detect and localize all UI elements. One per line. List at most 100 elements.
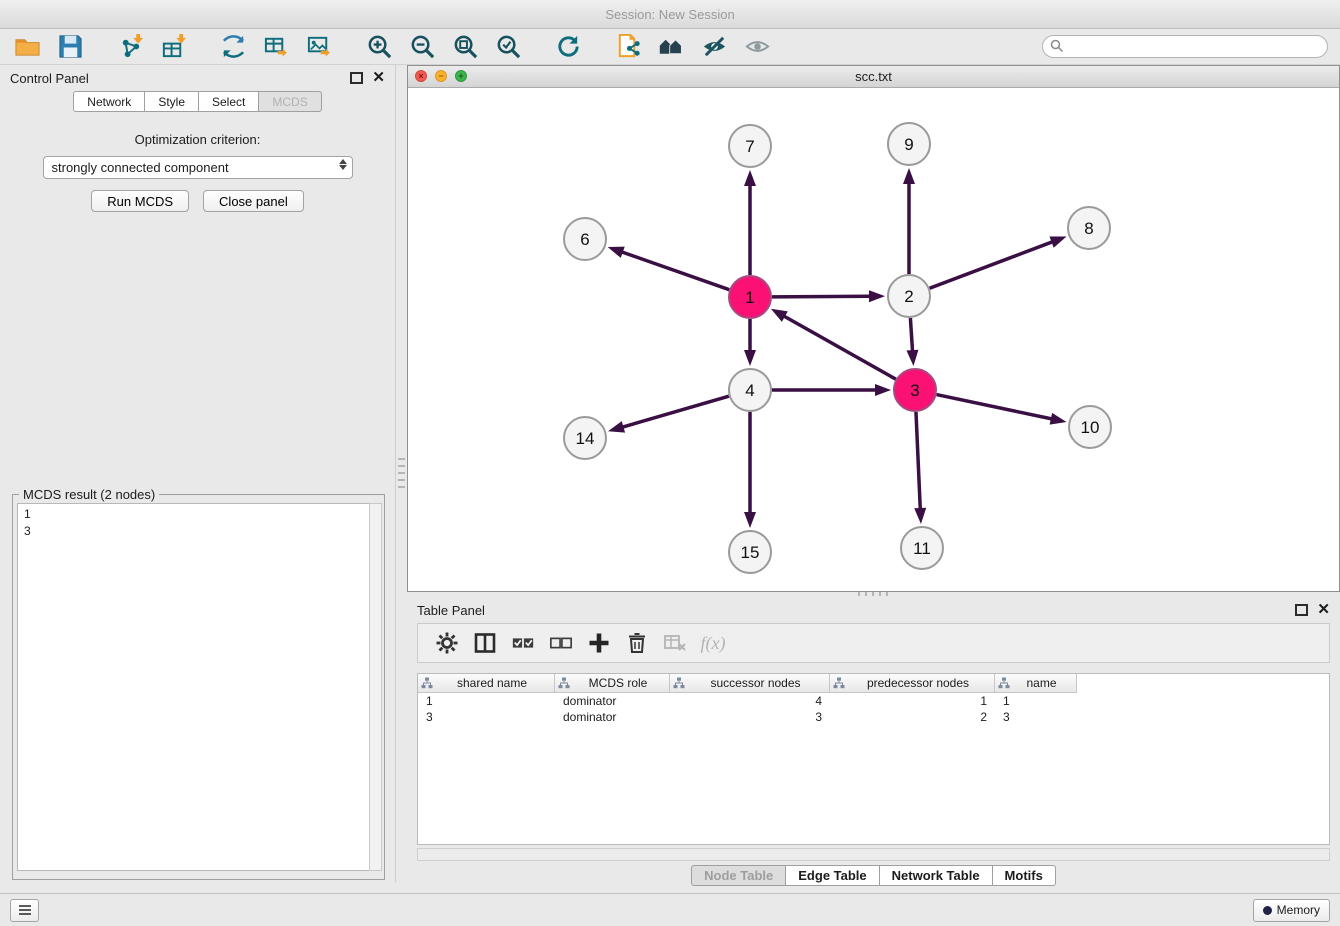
graph-edge-1-6[interactable] <box>621 252 729 290</box>
zoom-in-icon[interactable] <box>364 32 394 62</box>
window-title-bar: Session: New Session <box>0 0 1340 29</box>
table-cell[interactable]: 1 <box>830 693 995 709</box>
float-panel-icon[interactable] <box>350 72 363 84</box>
graph-edge-2-8[interactable] <box>930 241 1054 288</box>
memory-button[interactable]: Memory <box>1253 899 1330 922</box>
graph-edge-3-10[interactable] <box>937 395 1053 420</box>
deselect-all-icon[interactable] <box>546 628 576 658</box>
open-session-icon[interactable] <box>12 32 42 62</box>
table-cell[interactable]: 3 <box>418 709 555 725</box>
control-panel: Control Panel ✕ NetworkStyleSelectMCDS O… <box>0 65 396 882</box>
graph-edge-arrowhead <box>608 247 625 258</box>
close-panel-icon[interactable]: ✕ <box>372 72 385 84</box>
network-window-title: scc.txt <box>855 69 892 84</box>
delete-row-icon[interactable] <box>622 628 652 658</box>
graph-edge-2-3[interactable] <box>910 318 912 352</box>
column-header-successor-nodes[interactable]: successor nodes <box>670 674 830 693</box>
float-table-panel-icon[interactable] <box>1295 604 1308 616</box>
tab-node-table[interactable]: Node Table <box>691 865 786 886</box>
table-cell[interactable]: 1 <box>995 693 1077 709</box>
add-row-icon[interactable] <box>584 628 614 658</box>
mcds-result-list[interactable]: 13 <box>17 503 370 871</box>
close-table-panel-icon[interactable]: ✕ <box>1317 604 1330 616</box>
tab-network-table[interactable]: Network Table <box>880 865 993 886</box>
table-cell[interactable]: dominator <box>555 709 670 725</box>
tab-edge-table[interactable]: Edge Table <box>786 865 879 886</box>
graph-node-label: 3 <box>910 381 919 400</box>
node-table: shared name MCDS rolesuccessor nodes prede… <box>417 673 1330 845</box>
graph-edge-arrowhead <box>1050 413 1067 425</box>
mcds-result-scrollbar[interactable] <box>369 503 382 871</box>
table-panel: Table Panel ✕ f(x) shared name MCDS roles… <box>407 597 1340 891</box>
table-horizontal-scrollbar[interactable] <box>417 848 1330 861</box>
table-row[interactable]: 1dominator411 <box>418 693 1329 709</box>
minimize-window-icon[interactable]: − <box>435 70 447 82</box>
export-image-icon[interactable] <box>304 32 334 62</box>
optimization-criterion-value: strongly connected component <box>52 160 229 175</box>
graph-node-label: 15 <box>741 543 760 562</box>
graph-edge-1-2[interactable] <box>772 296 871 297</box>
run-mcds-button[interactable]: Run MCDS <box>91 190 189 212</box>
import-table-icon[interactable] <box>158 32 188 62</box>
close-window-icon[interactable]: × <box>415 70 427 82</box>
table-cell[interactable]: 3 <box>670 709 830 725</box>
network-graph[interactable]: 7968124314101511 <box>408 87 1339 591</box>
mcds-result-item: 3 <box>24 523 363 540</box>
tab-mcds[interactable]: MCDS <box>259 91 321 112</box>
tab-network[interactable]: Network <box>73 91 145 112</box>
show-graphics-icon[interactable] <box>742 32 772 62</box>
traffic-lights: × − + <box>415 70 467 82</box>
task-history-button[interactable] <box>10 899 39 922</box>
graph-edge-arrowhead <box>906 350 918 366</box>
control-panel-title: Control Panel <box>10 71 89 86</box>
tab-select[interactable]: Select <box>199 91 259 112</box>
zoom-selected-icon[interactable] <box>493 32 523 62</box>
paste-network-icon[interactable] <box>613 32 643 62</box>
table-row[interactable]: 3dominator323 <box>418 709 1329 725</box>
table-cell[interactable]: 4 <box>670 693 830 709</box>
graph-edge-arrowhead <box>744 350 756 366</box>
column-header-label: MCDS role <box>569 674 667 692</box>
column-header-predecessor-nodes[interactable]: predecessor nodes <box>830 674 995 693</box>
column-header-label: shared name <box>432 674 552 692</box>
column-header-label: predecessor nodes <box>844 674 992 692</box>
network-overview-icon[interactable] <box>656 32 686 62</box>
mcds-result-item: 1 <box>24 506 363 523</box>
function-builder-icon: f(x) <box>698 628 728 658</box>
optimization-criterion-select[interactable]: strongly connected component <box>43 156 353 179</box>
graph-edge-arrowhead <box>875 384 891 396</box>
refresh-icon[interactable] <box>553 32 583 62</box>
export-network-icon[interactable] <box>218 32 248 62</box>
graph-edge-4-14[interactable] <box>621 396 728 427</box>
graph-edge-3-11[interactable] <box>916 412 920 510</box>
hide-graphics-icon[interactable] <box>699 32 729 62</box>
export-table-icon[interactable] <box>261 32 291 62</box>
column-header-mcds-role[interactable]: MCDS role <box>555 674 670 693</box>
network-window: × − + scc.txt 7968124314101511 <box>407 65 1340 592</box>
search-container <box>1042 35 1328 58</box>
table-panel-title: Table Panel <box>417 603 485 618</box>
table-cell[interactable]: 1 <box>418 693 555 709</box>
graph-edge-arrowhead <box>608 421 625 433</box>
tab-style[interactable]: Style <box>145 91 199 112</box>
zoom-out-icon[interactable] <box>407 32 437 62</box>
toggle-column-icon[interactable] <box>470 628 500 658</box>
zoom-fit-icon[interactable] <box>450 32 480 62</box>
graph-edge-3-1[interactable] <box>783 316 896 380</box>
column-header-shared-name[interactable]: shared name <box>418 674 555 693</box>
table-cell[interactable]: dominator <box>555 693 670 709</box>
select-all-icon[interactable] <box>508 628 538 658</box>
column-header-name[interactable]: name <box>995 674 1077 693</box>
control-panel-window-buttons: ✕ <box>350 72 385 84</box>
column-settings-icon[interactable] <box>432 628 462 658</box>
vertical-splitter[interactable] <box>398 458 405 488</box>
search-input[interactable] <box>1042 35 1328 58</box>
graph-edge-arrowhead <box>869 290 885 302</box>
close-panel-button[interactable]: Close panel <box>203 190 304 212</box>
save-session-icon[interactable] <box>55 32 85 62</box>
table-cell[interactable]: 3 <box>995 709 1077 725</box>
tab-motifs[interactable]: Motifs <box>993 865 1056 886</box>
zoom-window-icon[interactable]: + <box>455 70 467 82</box>
import-network-icon[interactable] <box>115 32 145 62</box>
table-cell[interactable]: 2 <box>830 709 995 725</box>
